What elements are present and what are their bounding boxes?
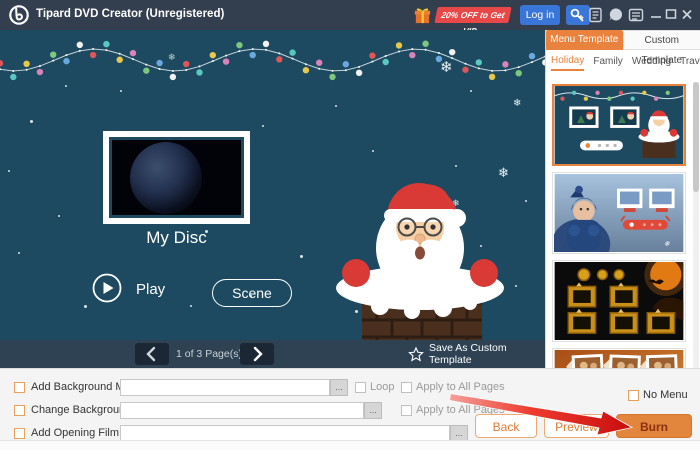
snow-dot (335, 105, 337, 107)
app-logo-icon (8, 4, 30, 26)
tab-menu-template[interactable]: Menu Template (546, 30, 623, 50)
scrollbar-thumb[interactable] (693, 82, 699, 192)
preview-nav-bar: 1 of 3 Page(s) Save As Custom Template (0, 340, 545, 368)
snowflake-icon: ❄ (168, 52, 176, 63)
disc-thumbnail-frame[interactable] (103, 131, 250, 224)
menu-icon[interactable] (628, 7, 644, 23)
promo-badge[interactable]: 20% OFF to Get VIP (434, 7, 511, 23)
feedback-icon[interactable] (608, 7, 624, 23)
christmas-lights-garland (0, 34, 545, 90)
change-background-label: Change Background: (31, 404, 134, 416)
tab-custom-template[interactable]: Custom Template (623, 30, 700, 50)
snow-dot (58, 215, 60, 217)
snow-dot (190, 305, 192, 307)
svg-text:❄: ❄ (664, 241, 670, 248)
add-opening-film-label: Add Opening Film: (31, 427, 122, 439)
bottom-controls: Add Background Music: ... Loop Apply to … (0, 368, 700, 440)
snow-dot (470, 90, 472, 92)
browse-music-button[interactable]: ... (330, 379, 348, 396)
disc-thumbnail-image (112, 140, 241, 215)
category-wedding[interactable]: Wedding (632, 56, 671, 70)
apply-all-pages-music-checkbox[interactable] (401, 382, 412, 393)
apply-all-pages-bg-checkbox[interactable] (401, 405, 412, 416)
window-title: Tipard DVD Creator (Unregistered) (36, 8, 224, 20)
change-background-checkbox[interactable] (14, 405, 25, 416)
login-button[interactable]: Log in (520, 5, 560, 25)
app-window: Tipard DVD Creator (Unregistered) 20% OF… (0, 0, 700, 450)
category-travel[interactable]: Trave (680, 56, 700, 70)
play-button[interactable] (92, 273, 122, 303)
register-key-button[interactable] (566, 5, 590, 25)
template-tabs: Menu Template Custom Template (546, 30, 700, 50)
minimize-icon[interactable] (649, 8, 665, 24)
template-winter-baby[interactable]: ❄ (552, 172, 686, 254)
chevron-right-icon (240, 343, 274, 365)
template-panel: Menu Template Custom Template Holiday Fa… (545, 30, 700, 385)
page-indicator: 1 of 3 Page(s) (176, 348, 242, 360)
add-opening-film-checkbox[interactable] (14, 428, 25, 439)
snow-dot (30, 120, 33, 123)
browse-background-button[interactable]: ... (364, 402, 382, 419)
snow-dot (8, 170, 10, 172)
loop-checkbox[interactable] (355, 382, 366, 393)
burn-button[interactable]: Burn (616, 414, 692, 438)
play-label[interactable]: Play (136, 281, 165, 298)
snowflake-icon: ❄ (440, 58, 453, 76)
template-halloween[interactable] (552, 260, 686, 342)
play-icon (104, 282, 114, 294)
category-holiday[interactable]: Holiday (551, 55, 584, 71)
snow-dot (84, 305, 87, 308)
status-strip (0, 440, 700, 450)
prev-page-button[interactable] (135, 343, 169, 365)
preview-button[interactable]: Preview (544, 414, 609, 438)
save-as-custom-template[interactable]: Save As Custom Template (408, 344, 545, 364)
gift-icon[interactable] (413, 6, 432, 25)
apply-all-pages-music-label: Apply to All Pages (416, 381, 505, 393)
template-christmas-santa[interactable] (552, 84, 686, 166)
next-page-button[interactable] (240, 343, 274, 365)
title-bar: Tipard DVD Creator (Unregistered) 20% OF… (0, 0, 700, 30)
key-icon (566, 5, 590, 25)
no-menu-label: No Menu (643, 389, 688, 401)
template-list: ❄ (546, 82, 694, 385)
star-icon (408, 346, 424, 363)
santa-chimney-graphic (300, 156, 540, 340)
cd-icon[interactable] (588, 7, 604, 23)
no-menu-checkbox[interactable] (628, 390, 639, 401)
snow-dot (372, 150, 374, 152)
snow-dot (65, 85, 67, 87)
back-button[interactable]: Back (475, 414, 537, 438)
category-family[interactable]: Family (593, 56, 622, 70)
snowflake-icon: ❄ (513, 98, 521, 109)
save-as-custom-template-label: Save As Custom Template (429, 342, 545, 366)
disc-title-text[interactable]: My Disc (103, 228, 250, 248)
scene-button[interactable]: Scene (212, 279, 292, 307)
snow-dot (120, 90, 122, 92)
snow-dot (262, 125, 264, 127)
menu-preview-area: ❄ ❄ ❄ ❄ ❄ My Disc Play Scene (0, 30, 545, 340)
snow-dot (18, 252, 20, 254)
loop-label: Loop (370, 381, 394, 393)
template-scrollbar[interactable] (693, 82, 699, 385)
background-music-input[interactable] (120, 379, 330, 396)
add-background-music-checkbox[interactable] (14, 382, 25, 393)
change-background-input[interactable] (120, 402, 364, 419)
chevron-left-icon (135, 343, 169, 365)
close-icon[interactable] (680, 7, 696, 23)
maximize-icon[interactable] (664, 7, 680, 23)
template-categories: Holiday Family Wedding Trave ◂▸ (546, 52, 700, 74)
